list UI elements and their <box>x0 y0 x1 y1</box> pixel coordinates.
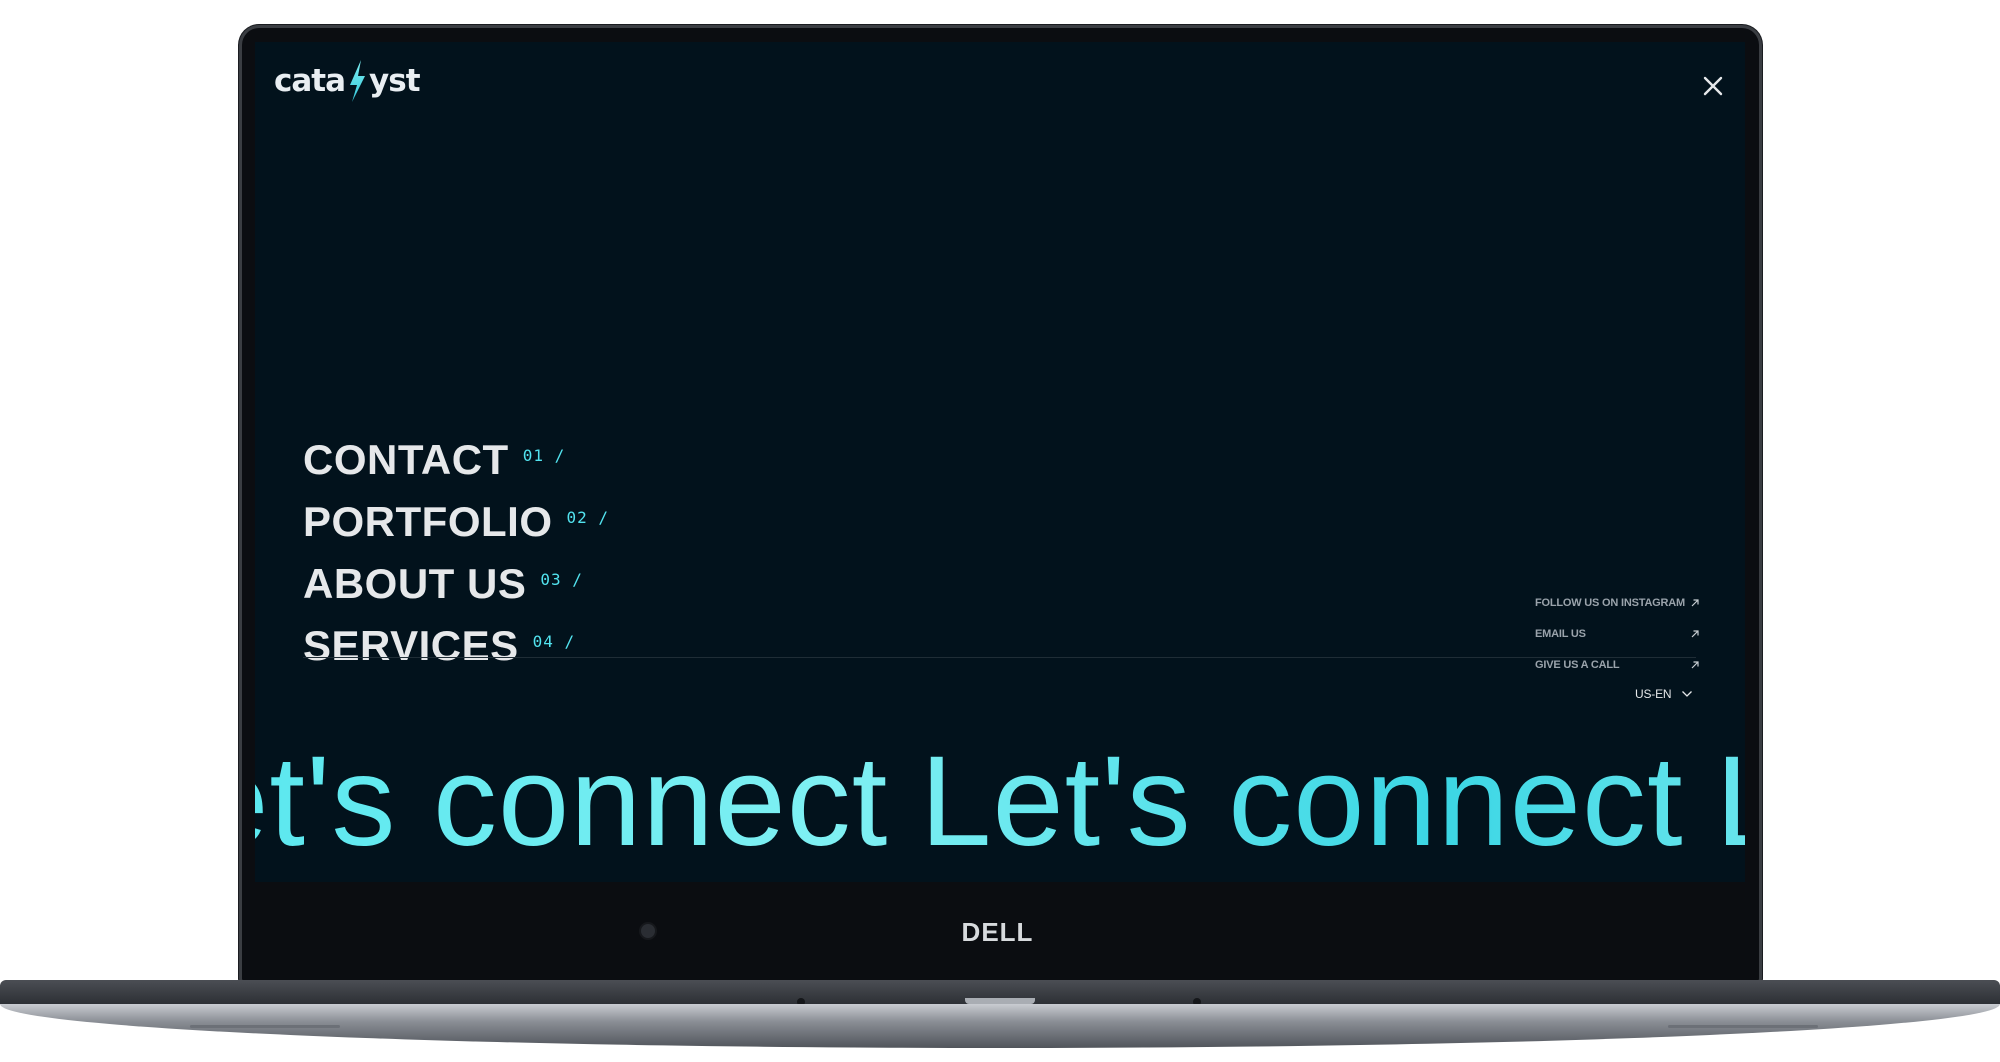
email-link[interactable]: EMAIL US <box>1535 618 1700 649</box>
instagram-link[interactable]: FOLLOW US ON INSTAGRAM <box>1535 587 1700 618</box>
menu-item-portfolio[interactable]: PORTFOLIO 02 / <box>303 494 609 556</box>
dell-logo: DELL <box>962 917 1034 947</box>
contact-links: FOLLOW US ON INSTAGRAM EMAIL US GIVE US … <box>1535 587 1700 680</box>
menu-item-label: CONTACT <box>303 436 509 483</box>
marquee-text: Let's connect <box>1716 730 1746 873</box>
brand-text: DELL <box>962 917 1034 947</box>
speaker-grille-right <box>1668 1025 1818 1028</box>
logo-text-start: cata <box>274 63 346 99</box>
lets-connect-marquee[interactable]: Let's connectLet's connectLet's connect <box>255 727 1745 877</box>
menu-item-number: 04 / <box>532 632 576 651</box>
marquee-text: Let's connect <box>269 730 889 873</box>
marquee-text: Let's connect <box>920 730 1684 873</box>
arrow-up-right-icon <box>1691 660 1699 668</box>
main-menu: CONTACT 01 / PORTFOLIO 02 / ABOUT US 03 … <box>303 432 609 680</box>
link-label: GIVE US A CALL <box>1535 658 1620 671</box>
menu-item-label: SERVICES <box>303 622 519 669</box>
logo-text-end: yst <box>369 63 420 99</box>
speaker-grille-left <box>190 1025 340 1028</box>
chevron-down-icon <box>1682 691 1693 697</box>
menu-item-label: PORTFOLIO <box>303 498 553 545</box>
divider <box>303 657 1696 658</box>
close-icon <box>1703 76 1723 96</box>
call-link[interactable]: GIVE US A CALL <box>1535 649 1700 680</box>
arrow-up-right-icon <box>1691 598 1699 606</box>
close-button[interactable] <box>1695 68 1731 104</box>
webcam <box>641 924 655 938</box>
link-label: FOLLOW US ON INSTAGRAM <box>1535 596 1685 609</box>
site-logo[interactable]: cata yst <box>274 56 421 106</box>
menu-item-number: 01 / <box>522 446 566 465</box>
menu-item-number: 02 / <box>566 508 610 527</box>
page: cata yst CONTACT 01 / PORTFOLIO 02 / ABO… <box>0 0 2000 1062</box>
menu-item-label: ABOUT US <box>303 560 527 607</box>
menu-item-services[interactable]: SERVICES 04 / <box>303 618 609 680</box>
laptop-screen: cata yst CONTACT 01 / PORTFOLIO 02 / ABO… <box>255 42 1745 882</box>
menu-item-number: 03 / <box>540 570 583 589</box>
language-selector[interactable]: US-EN <box>1635 687 1693 701</box>
arrow-up-right-icon <box>1691 629 1699 637</box>
language-label: US-EN <box>1635 687 1672 701</box>
menu-item-about-us[interactable]: ABOUT US 03 / <box>303 556 609 618</box>
menu-item-contact[interactable]: CONTACT 01 / <box>303 432 609 494</box>
lightning-bolt-icon <box>350 60 366 102</box>
link-label: EMAIL US <box>1535 627 1586 640</box>
